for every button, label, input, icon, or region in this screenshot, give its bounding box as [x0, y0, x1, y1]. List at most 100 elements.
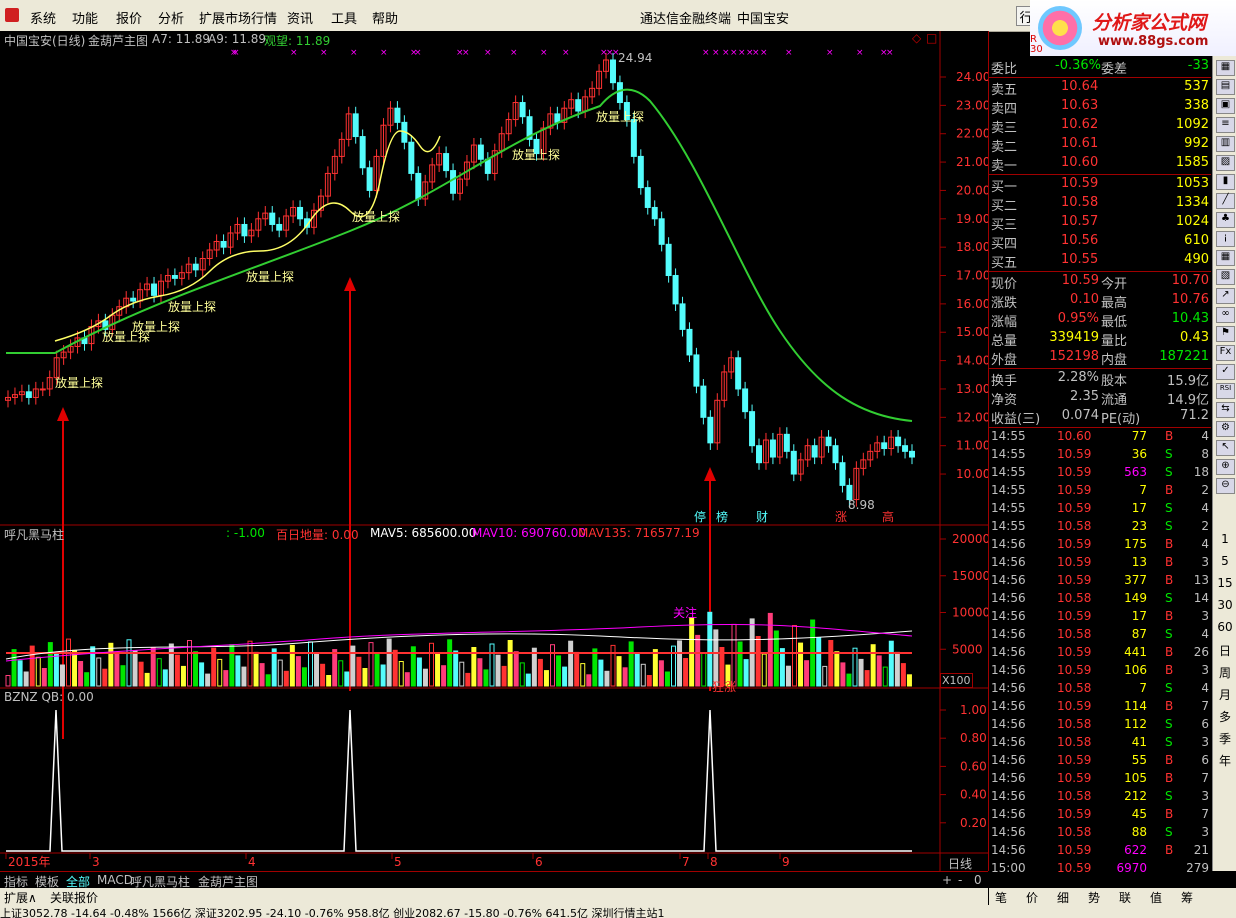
sell-label: 卖三 — [991, 121, 1018, 136]
indicator-tab[interactable]: MACD — [97, 873, 133, 887]
buy-label: 买四 — [991, 237, 1018, 252]
chart-area[interactable]: 24.00 23.00 22.00 21.00 20.00 19.00 18.00 17.00… — [0, 31, 989, 871]
list-icon[interactable]: ≡ — [1216, 117, 1235, 133]
quote-tab[interactable]: 势 — [1088, 889, 1100, 906]
line-icon[interactable]: ╱ — [1216, 193, 1235, 209]
quote-tab[interactable]: 联 — [1119, 889, 1131, 906]
link-icon[interactable]: ∞ — [1216, 307, 1235, 323]
grid-icon[interactable]: ▦ — [1216, 60, 1235, 76]
zoom-in-icon[interactable]: ⊕ — [1216, 459, 1235, 475]
volume-bar — [114, 654, 120, 687]
volume-bar — [864, 670, 870, 687]
arrow-icon[interactable]: ⇆ — [1216, 402, 1235, 418]
stock-header: 中国宝安(日线) — [4, 34, 86, 48]
volume-bar — [568, 640, 574, 687]
window-icon[interactable]: ▣ — [1216, 98, 1235, 114]
tick-side: B — [1165, 771, 1174, 785]
period-button[interactable]: 1 — [1216, 532, 1234, 546]
period-button[interactable]: 30 — [1216, 598, 1234, 612]
menu-item[interactable]: 扩展市场行情 — [199, 8, 277, 27]
volume-bar — [870, 644, 876, 687]
tick-price: 10.58 — [1057, 681, 1092, 695]
candle — [366, 167, 373, 191]
tick-side: S — [1165, 591, 1173, 605]
period-button[interactable]: 季 — [1216, 730, 1234, 747]
app-icon[interactable] — [5, 8, 19, 22]
flag-icon[interactable]: ⚑ — [1216, 326, 1235, 342]
extension-tab[interactable]: 扩展∧ — [4, 889, 37, 906]
candle — [783, 433, 790, 452]
low-label: 8.98 — [848, 498, 875, 512]
period-button[interactable]: 多 — [1216, 708, 1234, 725]
gear-icon[interactable]: ⚙ — [1216, 421, 1235, 437]
quote-tab[interactable]: 细 — [1057, 889, 1069, 906]
zoom-in-button[interactable]: + — [942, 873, 952, 887]
quote-tab[interactable]: 值 — [1150, 889, 1162, 906]
tick-volume: 77 — [1131, 429, 1147, 443]
volume-bar — [822, 665, 828, 687]
menu-item[interactable]: 工具 — [331, 8, 357, 27]
check-icon[interactable]: ✓ — [1216, 364, 1235, 380]
menu-item[interactable]: 系统 — [30, 8, 56, 27]
extension-tab[interactable]: 关联报价 — [50, 889, 98, 906]
signal-marker: × — [380, 48, 388, 58]
bars-icon[interactable]: ▮ — [1216, 174, 1235, 190]
tick-volume: 17 — [1131, 501, 1147, 515]
tick-time: 14:56 — [991, 681, 1026, 695]
period-button[interactable]: 月 — [1216, 686, 1234, 703]
signal-marker: × — [760, 48, 768, 58]
menu-item[interactable]: 帮助 — [372, 8, 398, 27]
stat-row: 总量 339419 量比 0.43 — [989, 330, 1211, 349]
buy-label: 买二 — [991, 199, 1018, 214]
period-button[interactable]: 日 — [1216, 642, 1234, 659]
volume-bar — [610, 644, 616, 687]
fx-icon[interactable]: Fx — [1216, 345, 1235, 361]
stat-value: 0.43 — [1180, 330, 1209, 345]
tick-time: 14:56 — [991, 663, 1026, 677]
stat-label: PE(动) — [1101, 412, 1141, 427]
y-tick-label: 15.00 — [956, 325, 988, 339]
zoom-out-button[interactable]: - — [958, 873, 962, 887]
quote-tab[interactable]: 筹 — [1181, 889, 1193, 906]
menu-item[interactable]: 报价 — [116, 8, 142, 27]
separator — [989, 174, 1211, 175]
menu-item[interactable]: 资讯 — [287, 8, 313, 27]
rsi-icon[interactable]: RSI — [1216, 383, 1235, 399]
period-button[interactable]: 年 — [1216, 752, 1234, 769]
candle — [679, 303, 686, 330]
period-button[interactable]: 60 — [1216, 620, 1234, 634]
table-icon[interactable]: ▥ — [1216, 136, 1235, 152]
period-button[interactable]: 15 — [1216, 576, 1234, 590]
period-button[interactable]: 周 — [1216, 664, 1234, 681]
zoom-out-icon[interactable]: ⊖ — [1216, 478, 1235, 494]
bznz-tick-label: 0.60 — [960, 759, 987, 773]
signal-marker: × — [712, 48, 720, 58]
quote-tab[interactable]: 价 — [1026, 889, 1038, 906]
app-title: 通达信金融终端 — [640, 12, 732, 27]
cursor-icon[interactable]: ↖ — [1216, 440, 1235, 456]
y-tick-label: 10.00 — [956, 467, 988, 481]
stat-row: 现价 10.59 今开 10.70 — [989, 273, 1211, 292]
chart-icon[interactable]: ▨ — [1216, 155, 1235, 171]
calendar-icon[interactable]: ▤ — [1216, 79, 1235, 95]
tick-volume: 149 — [1124, 591, 1147, 605]
diamond-icon[interactable]: ◇ — [912, 31, 921, 45]
signal-marker: × — [612, 48, 620, 58]
menu-item[interactable]: 分析 — [158, 8, 184, 27]
volume-bar — [386, 638, 392, 687]
buy-price: 10.56 — [1061, 233, 1099, 248]
volume-bar — [664, 671, 670, 687]
bznz-tick-label: 1.00 — [960, 703, 987, 717]
stat-icon[interactable]: ▦ — [1216, 250, 1235, 266]
trend-icon[interactable]: ↗ — [1216, 288, 1235, 304]
info-icon[interactable]: ¡ — [1216, 231, 1235, 247]
doc-icon[interactable]: ▧ — [1216, 269, 1235, 285]
period-button[interactable]: 5 — [1216, 554, 1234, 568]
tick-price: 10.59 — [1057, 483, 1092, 497]
window-icon[interactable]: □ — [926, 31, 937, 45]
tree-icon[interactable]: ♣ — [1216, 212, 1235, 228]
menu-item[interactable]: 功能 — [72, 8, 98, 27]
chart-svg[interactable]: 24.00 23.00 22.00 21.00 20.00 19.00 18.00 17.00… — [0, 31, 988, 871]
reset-button[interactable]: 0 — [974, 873, 982, 887]
quote-tab[interactable]: 笔 — [995, 889, 1007, 906]
